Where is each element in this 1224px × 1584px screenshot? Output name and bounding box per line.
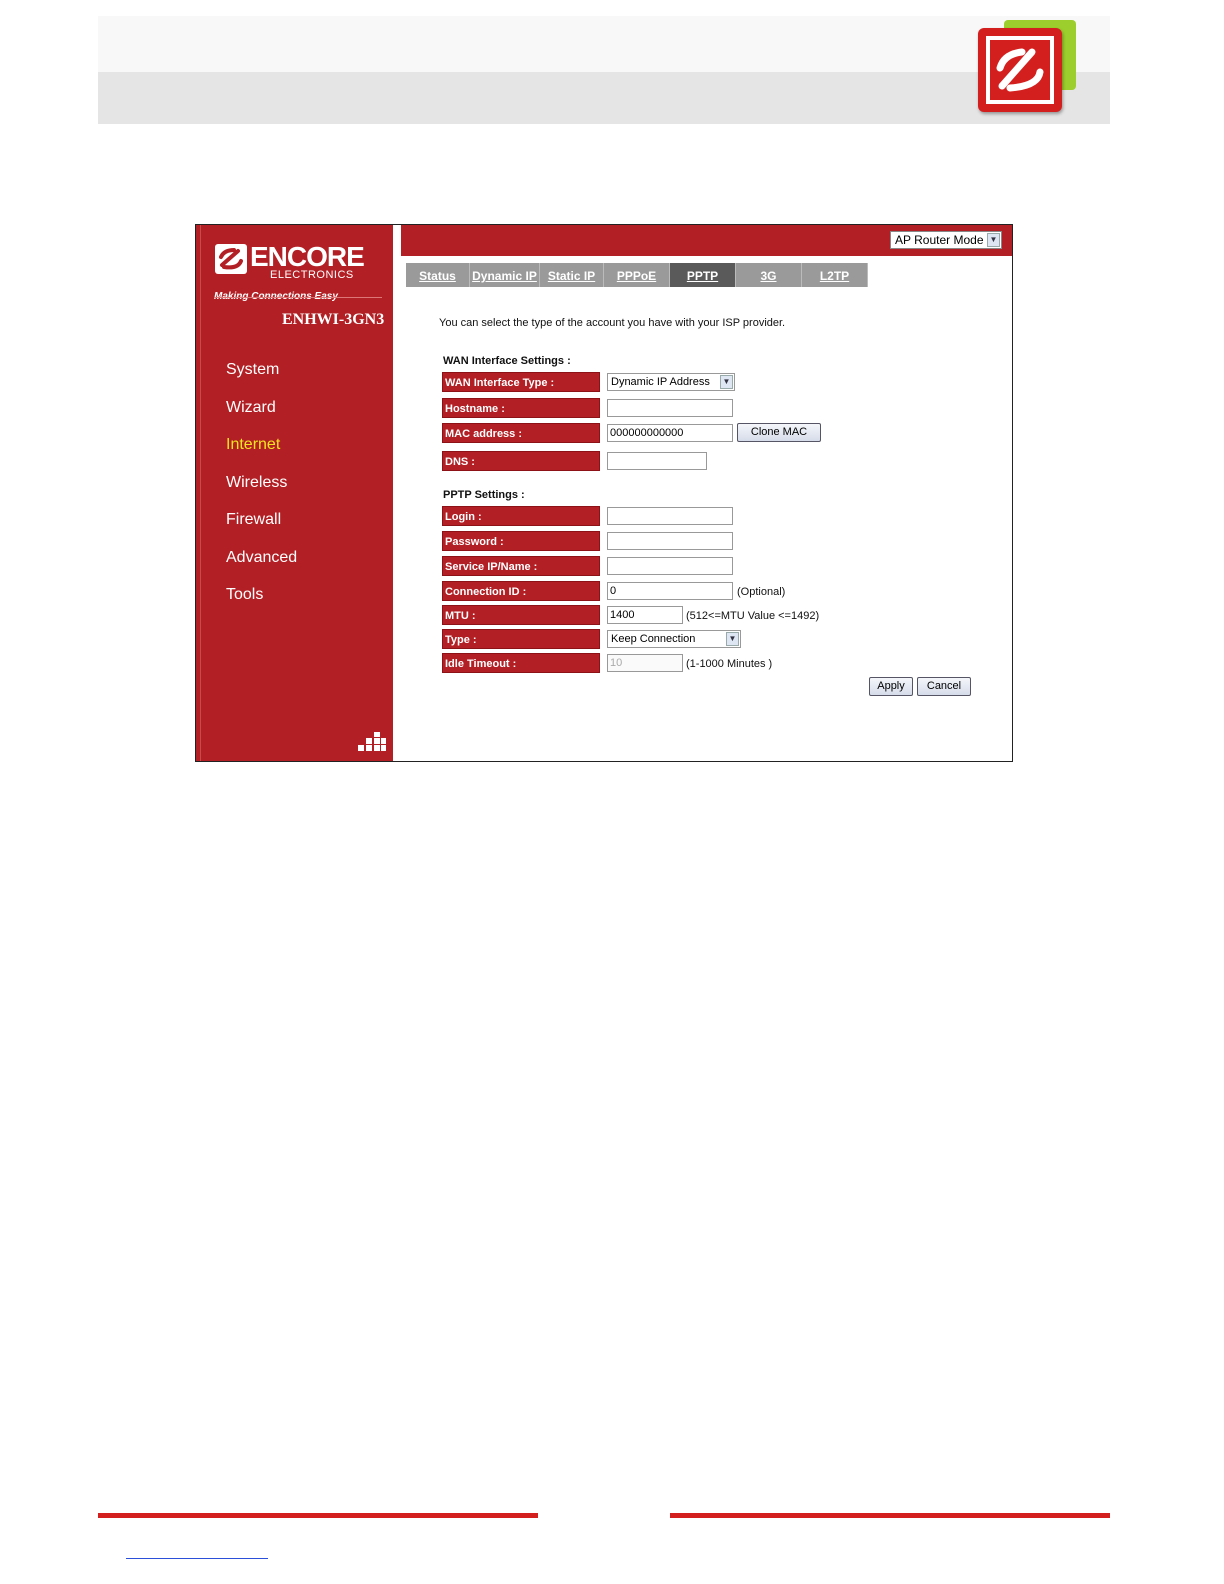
grid-icon [358,732,386,751]
cancel-button[interactable]: Cancel [917,677,971,696]
nav-item-system[interactable]: System [226,355,297,393]
mtu-input[interactable]: 1400 [607,606,683,624]
dns-label: DNS : [442,451,600,471]
tab-dynamic-ip[interactable]: Dynamic IP [470,263,540,287]
password-label: Password : [442,531,600,551]
dropdown-arrow-icon: ▼ [987,233,1000,247]
page-header-band [98,72,1110,124]
idle-timeout-hint: (1-1000 Minutes ) [686,658,773,670]
tab-bar: Status Dynamic IP Static IP PPPoE PPTP 3… [406,263,868,287]
encore-logo-icon [976,18,1080,116]
connection-type-value: Keep Connection [611,633,696,645]
model-name: ENHWI-3GN3 [282,311,385,328]
connection-id-input[interactable]: 0 [607,582,733,600]
intro-text: You can select the type of the account y… [439,317,786,329]
mode-select-value: AP Router Mode [895,233,984,247]
logo-divider [214,297,382,298]
nav-item-internet[interactable]: Internet [226,430,297,468]
nav-item-advanced[interactable]: Advanced [226,543,297,581]
tab-3g[interactable]: 3G [736,263,802,287]
mtu-hint: (512<=MTU Value <=1492) [686,610,820,622]
nav-item-tools[interactable]: Tools [226,580,297,618]
login-label: Login : [442,506,600,526]
footer-rule-left [98,1513,538,1518]
connection-id-hint: (Optional) [737,586,786,598]
login-input[interactable] [607,507,733,525]
wan-type-select[interactable]: Dynamic IP Address ▼ [607,373,735,391]
logo-sub: ELECTRONICS [270,269,354,281]
mode-select[interactable]: AP Router Mode ▼ [890,231,1002,249]
encore-e-icon [215,244,247,274]
tab-status[interactable]: Status [406,263,470,287]
tab-pppoe[interactable]: PPPoE [604,263,670,287]
connection-id-label: Connection ID : [442,581,600,601]
service-label: Service IP/Name : [442,556,600,576]
router-screenshot: ENCORE ELECTRONICS Making Connections Ea… [195,224,1013,762]
dropdown-arrow-icon: ▼ [720,375,733,389]
service-input[interactable] [607,557,733,575]
type-label: Type : [442,629,600,649]
apply-button[interactable]: Apply [869,677,913,696]
wan-type-value: Dynamic IP Address [611,376,710,388]
page-header-top [98,16,1110,72]
mac-label: MAC address : [442,423,600,443]
sidebar-nav: System Wizard Internet Wireless Firewall… [226,355,297,618]
tab-l2tp[interactable]: L2TP [802,263,868,287]
footer-link-underline[interactable] [126,1558,268,1559]
tab-static-ip[interactable]: Static IP [540,263,604,287]
clone-mac-button[interactable]: Clone MAC [737,423,821,442]
wan-section-title: WAN Interface Settings : [443,355,571,367]
password-input[interactable] [607,532,733,550]
mac-input[interactable]: 000000000000 [607,424,733,442]
dropdown-arrow-icon: ▼ [726,632,739,646]
sidebar: ENCORE ELECTRONICS Making Connections Ea… [196,225,393,761]
nav-item-wireless[interactable]: Wireless [226,468,297,506]
encore-logo: ENCORE ELECTRONICS Making Connections Ea… [212,239,382,309]
pptp-section-title: PPTP Settings : [443,489,525,501]
mtu-label: MTU : [442,605,600,625]
wan-type-label: WAN Interface Type : [442,372,600,392]
hostname-input[interactable] [607,399,733,417]
idle-timeout-input[interactable]: 10 [607,654,683,672]
connection-type-select[interactable]: Keep Connection ▼ [607,630,741,648]
hostname-label: Hostname : [442,398,600,418]
nav-item-wizard[interactable]: Wizard [226,393,297,431]
tab-pptp[interactable]: PPTP [670,263,736,287]
nav-item-firewall[interactable]: Firewall [226,505,297,543]
footer-rule-right [670,1513,1110,1518]
idle-timeout-label: Idle Timeout : [442,653,600,673]
dns-input[interactable] [607,452,707,470]
